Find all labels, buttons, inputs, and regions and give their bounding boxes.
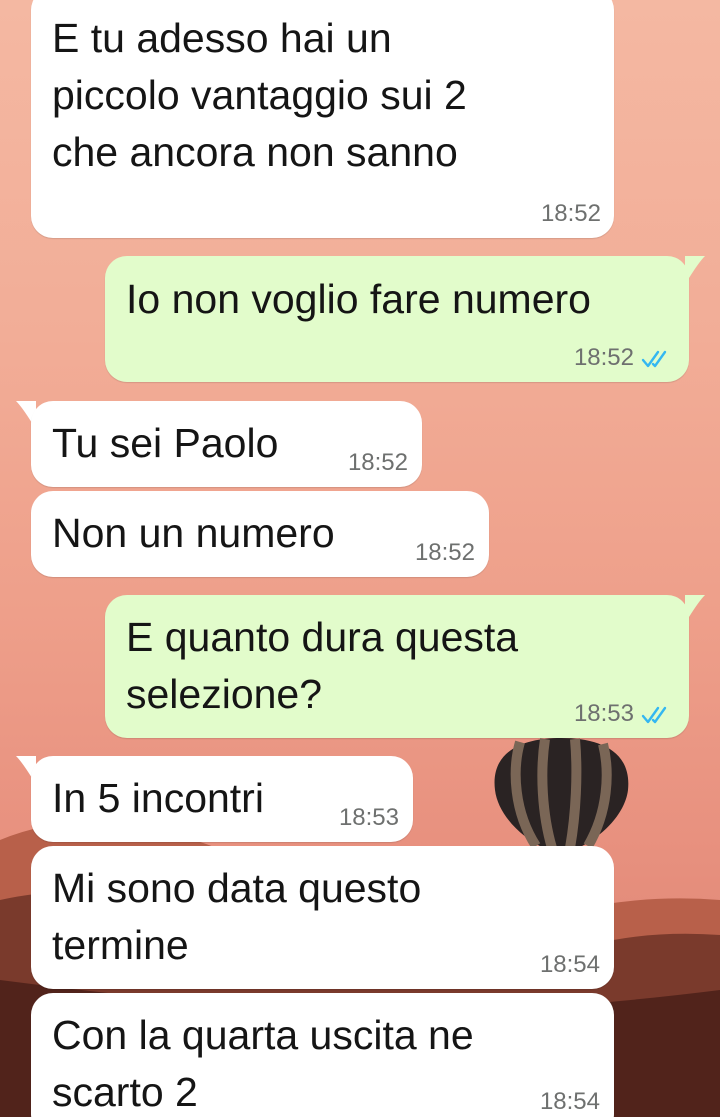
double-check-icon [641, 706, 667, 724]
message-timestamp: 18:54 [539, 951, 600, 978]
message-text: Tu sei Paolo [52, 420, 279, 466]
message-timestamp: 18:53 [573, 700, 634, 727]
message-incoming[interactable]: In 5 incontri 18:53 [31, 756, 413, 842]
chat-view[interactable]: E tu adesso hai un piccolo vantaggio sui… [0, 0, 720, 1117]
message-timestamp: 18:53 [338, 804, 399, 831]
message-timestamp: 18:52 [347, 449, 408, 476]
message-text: E quanto dura questa selezione? [126, 614, 519, 717]
hot-air-balloon-icon [494, 738, 629, 850]
double-check-icon [641, 350, 667, 368]
message-incoming[interactable]: Non un numero 18:52 [31, 491, 489, 577]
message-timestamp: 18:54 [539, 1088, 600, 1115]
bubble-tail [685, 595, 705, 617]
message-text: In 5 incontri [52, 775, 264, 821]
message-incoming[interactable]: Tu sei Paolo 18:52 [31, 401, 422, 487]
message-timestamp: 18:52 [573, 344, 634, 371]
message-text: Mi sono data questo termine [52, 865, 422, 968]
message-incoming[interactable]: Con la quarta uscita ne scarto 2 18:54 [31, 993, 614, 1117]
message-text: Non un numero [52, 510, 335, 556]
bubble-tail [685, 256, 705, 278]
message-text: Con la quarta uscita ne scarto 2 [52, 1012, 474, 1115]
message-text: Io non voglio fare numero [126, 276, 591, 322]
message-incoming[interactable]: E tu adesso hai un piccolo vantaggio sui… [31, 0, 614, 238]
message-outgoing[interactable]: Io non voglio fare numero 18:52 [105, 256, 689, 382]
message-timestamp: 18:52 [414, 539, 475, 566]
message-incoming[interactable]: Mi sono data questo termine 18:54 [31, 846, 614, 989]
message-timestamp: 18:52 [540, 200, 601, 227]
message-text: E tu adesso hai un piccolo vantaggio sui… [52, 15, 467, 175]
message-outgoing[interactable]: E quanto dura questa selezione? 18:53 [105, 595, 689, 738]
